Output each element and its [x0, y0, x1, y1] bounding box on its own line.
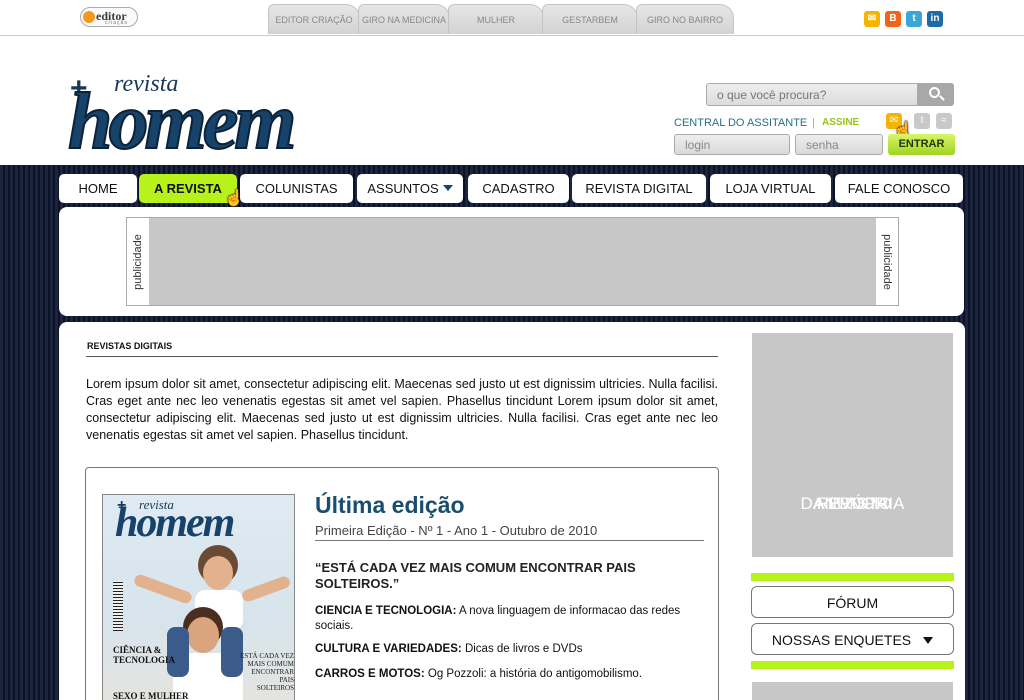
- search-input[interactable]: o que você procura?: [706, 83, 918, 106]
- search-button[interactable]: [918, 83, 954, 106]
- blogger-icon[interactable]: B: [885, 11, 901, 27]
- logo-dot-icon: [83, 11, 95, 23]
- intro-paragraph: Lorem ipsum dolor sit amet, consectetur …: [86, 377, 718, 442]
- chevron-down-icon: [442, 185, 453, 191]
- edition-item[interactable]: CARROS E MOTOS: Og Pozzoli: a história d…: [315, 667, 688, 682]
- password-field[interactable]: senha: [795, 134, 883, 155]
- edition-item[interactable]: CIENCIA E TECNOLOGIA: A nova linguagem d…: [315, 604, 688, 634]
- nav-assuntos[interactable]: ASSUNTOS: [357, 174, 463, 203]
- mail-icon[interactable]: ✉: [864, 11, 880, 27]
- site-tabs: EDITOR CRIAÇÃO GIRO NA MEDICINA MULHER G…: [268, 4, 734, 34]
- site-tab-giro-no-bairro[interactable]: GIRO NO BAIRRO: [636, 4, 734, 34]
- magazine-cover[interactable]: + revista homem CIÊNCIA & TECNOLOGIA ESTÁ…: [102, 494, 295, 700]
- sidebar-green-bar: [751, 573, 954, 581]
- enquetes-dropdown[interactable]: NOSSAS ENQUETES: [751, 623, 954, 655]
- nav-home[interactable]: HOME: [59, 174, 137, 203]
- cover-bottom-text: SEXO E MULHER: [113, 691, 189, 700]
- nav-cadastro[interactable]: CADASTRO: [468, 174, 569, 203]
- nav-a-revista[interactable]: A REVISTA: [139, 174, 237, 203]
- login-field[interactable]: login: [674, 134, 790, 155]
- editor-logo[interactable]: editor criação: [80, 7, 138, 27]
- site-tab-gestarbem[interactable]: GESTARBEM: [542, 4, 638, 34]
- brand-homem: homem: [67, 78, 297, 166]
- forum-button[interactable]: FÓRUM: [751, 586, 954, 618]
- nav-colunistas[interactable]: COLUNISTAS: [240, 174, 353, 203]
- sidebar-ad[interactable]: ANUNCIO DA PRÓPRIA REVISTA: [752, 333, 953, 557]
- sidebar-ad-bottom[interactable]: [752, 682, 953, 700]
- logo-sub: criação: [105, 20, 129, 26]
- edition-subtitle: Primeira Edição - Nº 1 - Ano 1 - Outubro…: [315, 523, 598, 538]
- nav-revista-digital[interactable]: REVISTA DIGITAL: [572, 174, 706, 203]
- ad-banner[interactable]: publicidade publicidade: [126, 217, 899, 306]
- nav-assuntos-label: ASSUNTOS: [367, 181, 439, 196]
- enquetes-label: NOSSAS ENQUETES: [771, 632, 912, 648]
- site-tab-editor-criacao[interactable]: EDITOR CRIAÇÃO: [268, 4, 360, 34]
- site-tab-mulher[interactable]: MULHER: [448, 4, 544, 34]
- cover-barcode: [113, 581, 123, 631]
- edition-title: Última edição: [315, 492, 465, 518]
- central-assistente-link[interactable]: CENTRAL DO ASSITANTE: [674, 117, 807, 129]
- cover-right-text: ESTÁ CADA VEZ MAIS COMUM ENCONTRAR PAIS SOL…: [240, 652, 294, 692]
- ad-label-left: publicidade: [127, 218, 149, 305]
- section-divider: [86, 356, 718, 357]
- ad-label-right: publicidade: [876, 218, 898, 305]
- site-tab-giro-na-medicina[interactable]: GIRO NA MEDICINA: [358, 4, 450, 34]
- brand-logo[interactable]: + revista homem: [67, 71, 384, 166]
- sidebar-ad-text: ANUNCIO DA PRÓPRIA REVISTA: [800, 494, 905, 513]
- edition-quote[interactable]: “ESTÁ CADA VEZ MAIS COMUM ENCONTRAR PAIS…: [315, 560, 695, 592]
- cover-left-text: CIÊNCIA & TECNOLOGIA: [113, 645, 176, 665]
- entrar-button[interactable]: ENTRAR: [888, 134, 955, 155]
- nav-fale-conosco[interactable]: FALE CONOSCO: [835, 174, 963, 203]
- section-title: REVISTAS DIGITAIS: [87, 341, 173, 351]
- assine-link[interactable]: ASSINE: [822, 117, 859, 128]
- twitter-icon[interactable]: t: [906, 11, 922, 27]
- edition-item[interactable]: CULTURA E VARIEDADES: Dicas de livros e …: [315, 642, 688, 657]
- chevron-down-icon: [923, 637, 934, 644]
- nav-loja-virtual[interactable]: LOJA VIRTUAL: [710, 174, 831, 203]
- top-bar: editor criação EDITOR CRIAÇÃO GIRO NA ME…: [0, 0, 1024, 36]
- rss-icon[interactable]: ≈: [936, 113, 952, 129]
- header-separator: |: [812, 117, 815, 129]
- linkedin-icon[interactable]: in: [927, 11, 943, 27]
- twitter-icon[interactable]: t: [914, 113, 930, 129]
- hand-cursor-icon: ☝: [224, 190, 244, 207]
- sidebar-green-bar: [751, 661, 954, 669]
- edition-divider: [315, 540, 704, 541]
